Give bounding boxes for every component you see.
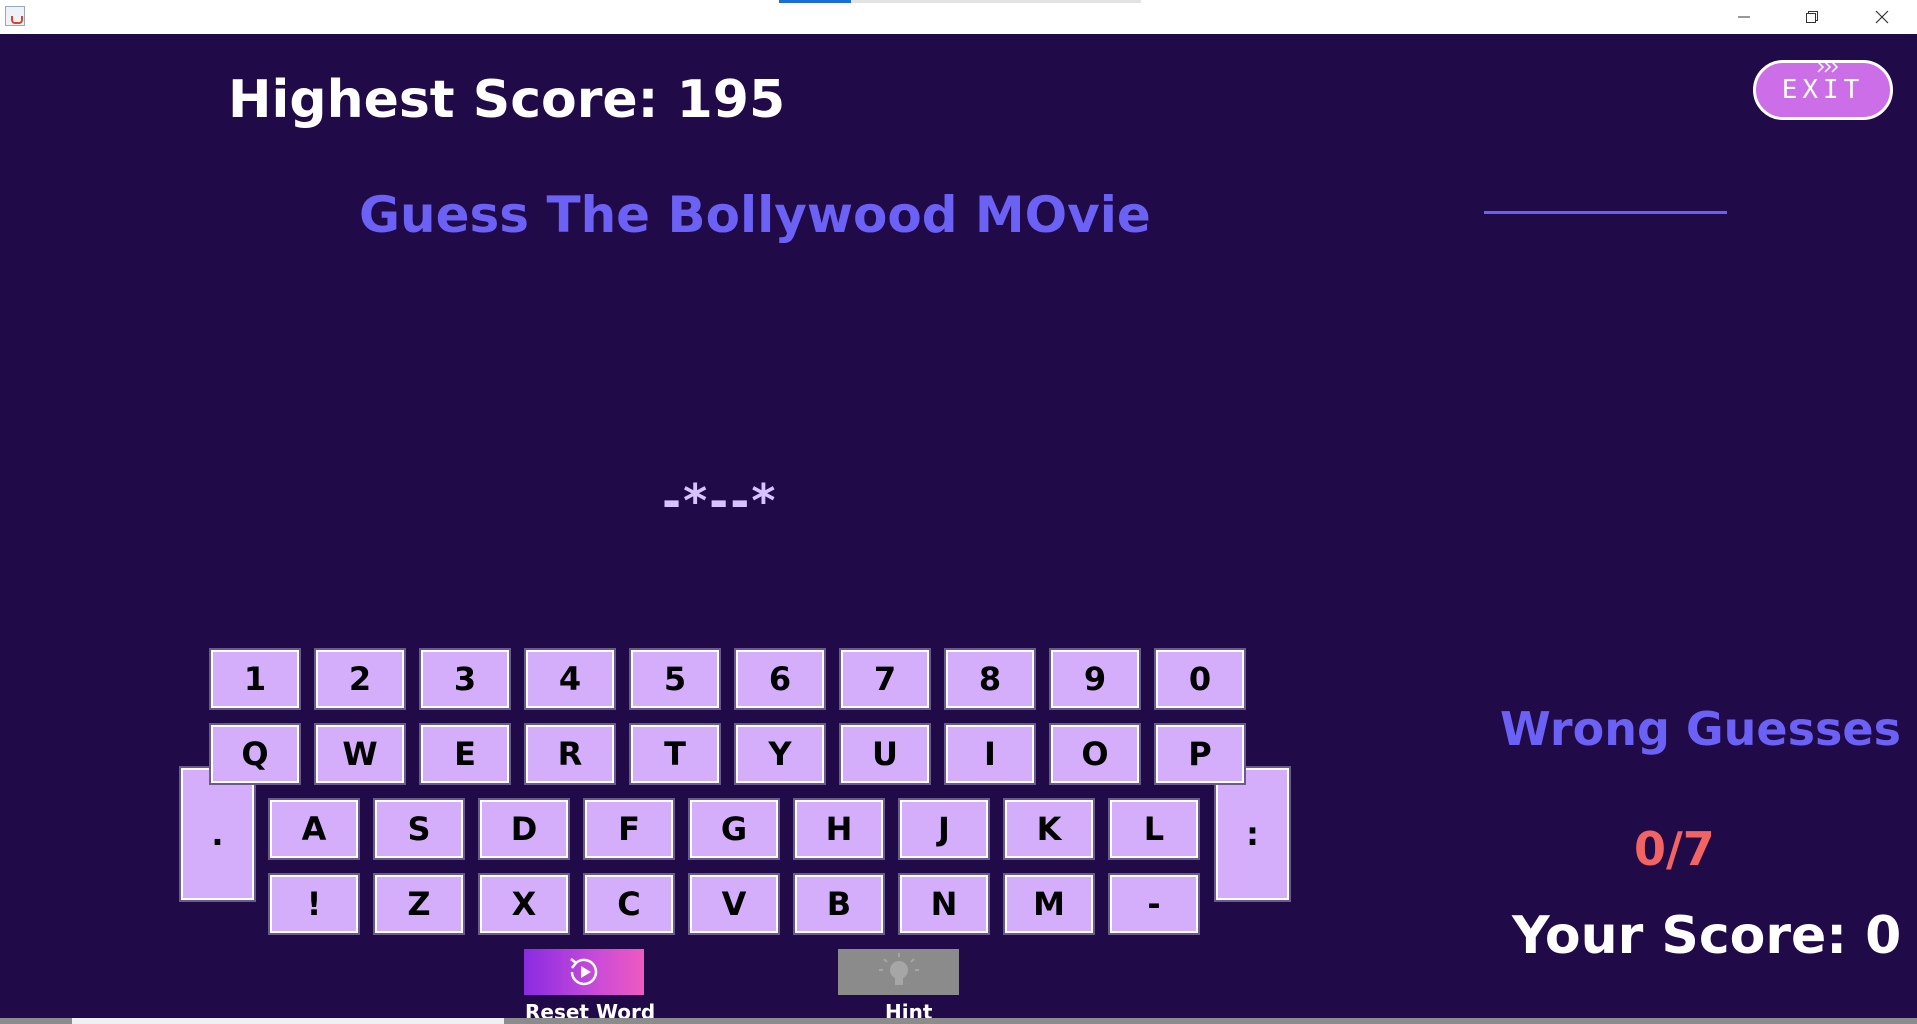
key-o[interactable]: O [1049,723,1141,785]
key-hyphen[interactable]: - [1108,873,1200,935]
key-i[interactable]: I [944,723,1036,785]
key-h[interactable]: H [793,798,885,860]
game-title: Guess The Bollywood MOvie [359,186,1151,244]
key-3[interactable]: 3 [419,648,511,710]
key-7[interactable]: 7 [839,648,931,710]
exit-label: EXIT [1781,75,1865,105]
key-4[interactable]: 4 [524,648,616,710]
key-p[interactable]: P [1154,723,1246,785]
window-titlebar [0,0,1917,34]
game-panel: Highest Score: 195 Guess The Bollywood M… [0,34,1917,1024]
chevron-right-icon [1817,61,1839,73]
key-y[interactable]: Y [734,723,826,785]
key-u[interactable]: U [839,723,931,785]
key-n[interactable]: N [898,873,990,935]
key-2[interactable]: 2 [314,648,406,710]
lightbulb-icon [878,953,919,985]
key-exclamation[interactable]: ! [268,873,360,935]
exit-button[interactable]: EXIT [1753,60,1893,120]
wrong-guesses-title: Wrong Guesses [1500,702,1901,756]
key-t[interactable]: T [629,723,721,785]
key-9[interactable]: 9 [1049,648,1141,710]
close-button[interactable] [1852,0,1912,34]
key-s[interactable]: S [373,798,465,860]
key-k[interactable]: K [1003,798,1095,860]
key-colon[interactable]: : [1214,766,1291,902]
restore-icon [1806,11,1818,23]
restore-button[interactable] [1782,0,1842,34]
key-c[interactable]: C [583,873,675,935]
key-5[interactable]: 5 [629,648,721,710]
key-m[interactable]: M [1003,873,1095,935]
key-f[interactable]: F [583,798,675,860]
key-8[interactable]: 8 [944,648,1036,710]
key-period[interactable]: . [179,766,256,902]
masked-word: -*--* [662,474,778,528]
key-z[interactable]: Z [373,873,465,935]
bottom-scroll-thumb[interactable] [72,1018,504,1024]
replay-icon [570,958,598,986]
key-r[interactable]: R [524,723,616,785]
key-d[interactable]: D [478,798,570,860]
key-0[interactable]: 0 [1154,648,1246,710]
wrong-guesses-count: 0/7 [1634,822,1715,876]
key-g[interactable]: G [688,798,780,860]
key-1[interactable]: 1 [209,648,301,710]
your-score: Your Score: 0 [1512,906,1902,966]
key-j[interactable]: J [898,798,990,860]
key-l[interactable]: L [1108,798,1200,860]
key-x[interactable]: X [478,873,570,935]
key-v[interactable]: V [688,873,780,935]
minimize-icon [1738,16,1750,18]
key-6[interactable]: 6 [734,648,826,710]
highest-score: Highest Score: 195 [228,70,786,130]
key-b[interactable]: B [793,873,885,935]
title-tab-active [779,0,851,3]
reset-word-button[interactable] [524,949,644,995]
key-q[interactable]: Q [209,723,301,785]
key-w[interactable]: W [314,723,406,785]
key-e[interactable]: E [419,723,511,785]
java-icon [5,6,25,26]
close-icon [1875,10,1889,24]
hint-button[interactable] [838,949,959,995]
minimize-button[interactable] [1714,0,1774,34]
key-a[interactable]: A [268,798,360,860]
title-divider [1484,211,1727,214]
